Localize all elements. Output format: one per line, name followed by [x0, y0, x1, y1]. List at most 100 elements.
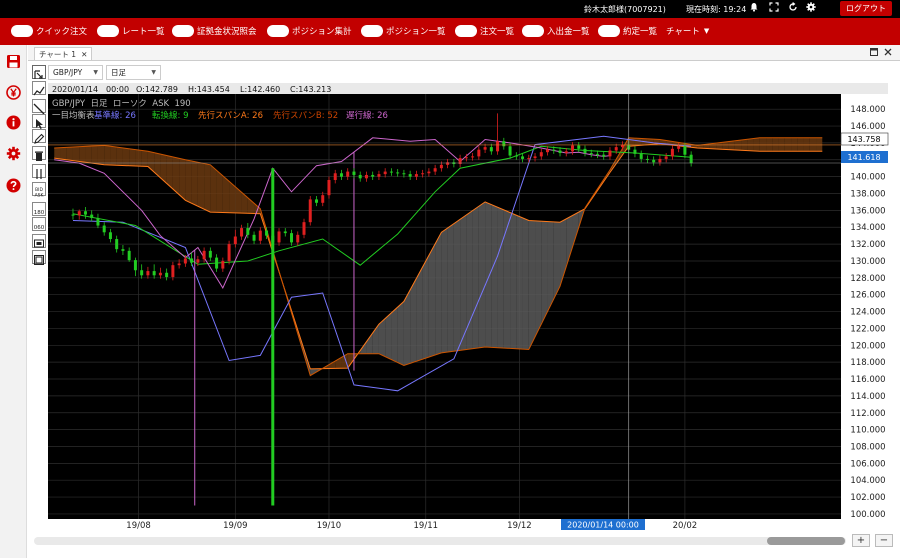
cloud-segment [185, 159, 192, 204]
toggle-icon [598, 25, 620, 37]
span-b-legend: 先行スパンB: 52 [273, 110, 338, 121]
price-tick-label: 134.000 [850, 223, 885, 233]
candle-body [689, 154, 693, 164]
fullscreen-icon[interactable] [768, 2, 780, 14]
timeframe-tool-icon-2[interactable]: 060 [32, 217, 46, 231]
menu-quick-order[interactable]: クイック注文 [11, 23, 87, 39]
cloud-segment [79, 146, 86, 163]
settings-gear-icon[interactable] [6, 146, 21, 161]
candle-body [77, 211, 81, 216]
cloud-segment [516, 215, 523, 350]
candle-body [221, 260, 225, 269]
candle-body [252, 234, 256, 241]
menu-label: ポジション一覧 [386, 27, 446, 37]
pencil-tool-icon[interactable] [32, 129, 46, 144]
bid-ask-tool-icon[interactable]: BID ASK [32, 182, 46, 199]
candle-body [240, 228, 244, 237]
cloud-segment [222, 175, 230, 213]
menu-order-list[interactable]: 注文一覧 [455, 23, 514, 39]
price-chart[interactable]: 148.000146.000144.000142.000140.000138.0… [28, 62, 896, 532]
cursor-tool-icon[interactable] [32, 114, 46, 129]
timeframe-tool-icon[interactable]: 180 [32, 202, 46, 216]
cloud-segment [428, 243, 436, 358]
candle-body [514, 155, 518, 157]
gear-icon[interactable] [805, 2, 817, 14]
zoom-in-button[interactable]: + [852, 534, 870, 547]
vertical-line-tool-icon[interactable] [32, 164, 46, 179]
window-controls [870, 48, 892, 58]
cloud-segment [503, 209, 511, 349]
close-window-icon[interactable] [884, 48, 892, 58]
cloud-segment [85, 146, 92, 164]
ohlc-high: H:143.454 [188, 85, 230, 94]
candle-body [508, 146, 512, 156]
crosshair-price-label: 143.758 [847, 135, 880, 144]
price-tick-label: 106.000 [850, 459, 885, 469]
zoom-out-button[interactable]: − [875, 534, 893, 547]
trendline-tool-icon[interactable] [32, 99, 46, 115]
menu-execution-list[interactable]: 約定一覧 [598, 23, 657, 39]
price-tick-label: 116.000 [850, 375, 885, 385]
cloud-segment [66, 147, 73, 161]
cloud-segment [791, 137, 798, 152]
candle-body [190, 258, 194, 263]
refresh-icon[interactable] [787, 2, 799, 14]
cloud-segment [422, 255, 429, 360]
cloud-segment [491, 204, 498, 348]
candle-body [308, 199, 312, 223]
candle-body [608, 150, 612, 157]
candle-body [302, 222, 306, 235]
candle-body [83, 211, 87, 215]
line-chart-tool-icon[interactable] [32, 81, 46, 96]
candle-body [414, 174, 418, 177]
cloud-segment [535, 220, 542, 337]
trash-tool-icon[interactable] [32, 146, 46, 161]
ohlc-date: 2020/01/14 [52, 85, 98, 94]
menu-position-list[interactable]: ポジション一覧 [361, 23, 446, 39]
left-sidebar [0, 45, 27, 558]
candle-body [183, 258, 187, 264]
toggle-icon [361, 25, 383, 37]
close-icon[interactable]: ✕ [81, 50, 87, 59]
logout-button[interactable]: ログアウト [840, 1, 892, 16]
cloud-segment [141, 150, 148, 167]
display-tool-icon[interactable] [32, 234, 46, 248]
tab-chart-1[interactable]: チャート 1 ✕ [34, 47, 93, 60]
screen-tool-icon[interactable] [32, 250, 46, 265]
scrollbar-thumb[interactable] [767, 537, 845, 545]
candle-body [433, 168, 437, 172]
ohlc-close: C:143.213 [290, 85, 331, 94]
yen-icon[interactable] [6, 85, 21, 100]
cloud-segment [453, 219, 461, 352]
horizontal-scrollbar[interactable] [34, 537, 846, 545]
maximize-icon[interactable] [870, 48, 878, 58]
cloud-segment [784, 137, 792, 152]
candle-body [677, 146, 681, 149]
cloud-segment [378, 318, 386, 357]
save-icon[interactable] [6, 54, 21, 69]
info-icon[interactable] [6, 115, 21, 130]
cloud-segment [547, 221, 554, 312]
menu-label: 入出金一覧 [547, 27, 590, 37]
bell-icon[interactable] [748, 2, 760, 14]
menu-margin-status[interactable]: 証拠金状況照会 [172, 23, 257, 39]
price-tick-label: 118.000 [850, 358, 885, 368]
menu-position-summary[interactable]: ポジション集計 [267, 23, 352, 39]
date-tick-label: 19/12 [507, 521, 532, 531]
candle-body [639, 153, 643, 159]
menu-deposit-list[interactable]: 入出金一覧 [522, 23, 590, 39]
chart-scrollbar-bar: + − [34, 534, 896, 548]
candle-body [589, 153, 593, 155]
cloud-segment [54, 147, 61, 159]
candle-body [427, 171, 431, 174]
menu-label: 約定一覧 [623, 27, 658, 37]
candle-body [133, 260, 137, 271]
candle-body [258, 230, 262, 241]
svg-text:060: 060 [34, 225, 45, 231]
help-icon[interactable] [6, 178, 21, 193]
menu-rate-list[interactable]: レート一覧 [97, 23, 165, 39]
candle-body [552, 149, 556, 151]
candle-body [652, 159, 656, 163]
candle-body [171, 265, 175, 277]
menu-chart[interactable]: チャート ▼ [666, 23, 709, 39]
